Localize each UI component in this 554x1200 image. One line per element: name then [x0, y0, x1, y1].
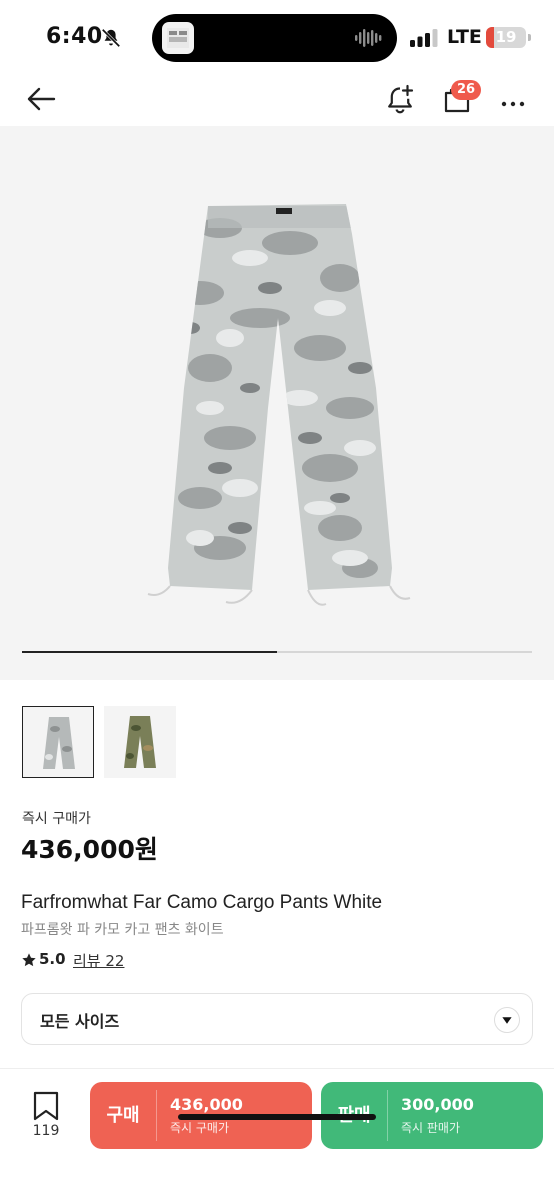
app-header: 26	[0, 76, 554, 126]
more-icon[interactable]	[496, 82, 530, 116]
status-time: 6:40	[46, 24, 103, 49]
size-selector-label: 모든 사이즈	[40, 1012, 120, 1031]
sell-button-sublabel: 즉시 판매가	[401, 1121, 461, 1135]
audio-wave-icon	[355, 29, 382, 47]
now-playing-app-icon	[162, 22, 194, 54]
status-bar: 6:40 LTE 19	[0, 0, 554, 76]
buy-button-divider	[156, 1090, 157, 1141]
bell-plus-icon[interactable]	[383, 82, 417, 116]
product-title-en: Farfromwhat Far Camo Cargo Pants White	[21, 892, 383, 913]
product-title-ko: 파프롬왓 파 카모 카고 팬츠 화이트	[21, 922, 224, 938]
carousel-progress-fill	[22, 651, 277, 653]
battery-level: 19	[495, 28, 517, 46]
dynamic-island[interactable]	[152, 14, 397, 62]
bell-mute-icon	[101, 28, 121, 48]
battery-icon: 19	[486, 27, 526, 48]
star-icon	[22, 953, 36, 967]
home-indicator[interactable]	[178, 1114, 376, 1120]
price-label: 즉시 구매가	[22, 811, 91, 827]
cart-count-badge: 26	[451, 80, 481, 100]
signal-icon	[410, 29, 438, 47]
sell-button-price: 300,000	[401, 1095, 474, 1114]
thumbnail-2[interactable]	[104, 706, 176, 778]
price-value: 436,000원	[21, 835, 158, 864]
carousel-progress	[22, 651, 532, 653]
back-arrow-icon[interactable]	[24, 82, 58, 116]
product-image	[147, 204, 411, 606]
buy-button-sublabel: 즉시 구매가	[170, 1121, 230, 1135]
sell-button-divider	[387, 1090, 388, 1141]
buy-button-label: 구매	[106, 1105, 140, 1126]
chevron-down-icon	[494, 1007, 520, 1033]
bookmark-button[interactable]: 119	[26, 1091, 66, 1145]
bottom-action-bar: 119 구매 436,000 즉시 구매가 판매 300,000 즉시 판매가	[0, 1068, 554, 1200]
buy-button-price: 436,000	[170, 1095, 243, 1114]
network-type: LTE	[447, 26, 482, 48]
bookmark-icon	[33, 1091, 59, 1121]
reviews-link[interactable]: 리뷰 22	[73, 950, 124, 971]
thumbnail-1[interactable]	[22, 706, 94, 778]
size-selector[interactable]: 모든 사이즈	[21, 993, 533, 1045]
rating-value: 5.0	[39, 950, 66, 968]
battery-tip	[528, 34, 531, 41]
bookmark-count: 119	[32, 1123, 60, 1139]
product-image-carousel[interactable]	[0, 126, 554, 680]
